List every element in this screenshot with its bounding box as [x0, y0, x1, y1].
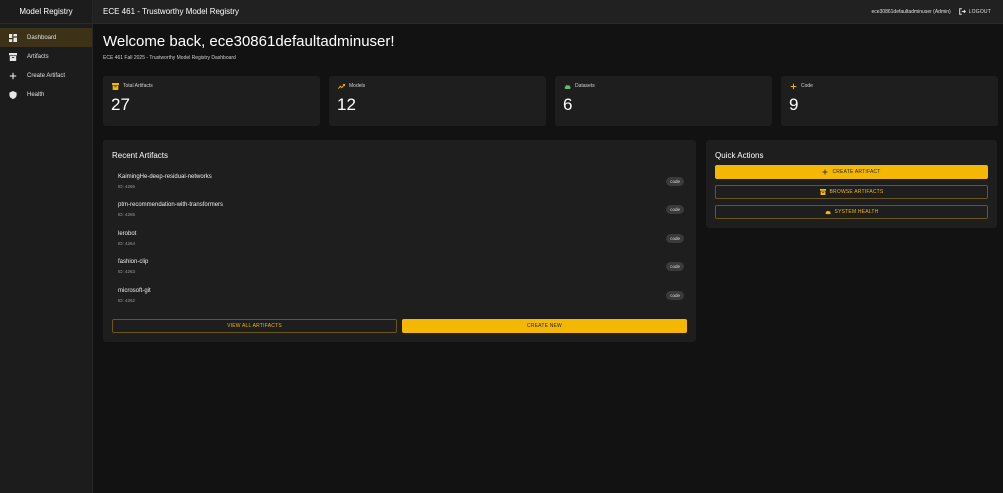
recent-artifacts-card: Recent Artifacts KaimingHe-deep-residual…	[103, 140, 696, 342]
user-area: ece30861defaultadminuser (Admin) LOGOUT	[871, 8, 991, 15]
create-artifact-label: CREATE ARTIFACT	[832, 169, 881, 175]
sidebar: Model Registry Dashboard Artifacts Creat…	[0, 0, 93, 493]
archive-icon	[8, 52, 18, 62]
sidebar-item-label: Artifacts	[27, 53, 49, 60]
artifact-name: microsoft-git	[118, 288, 151, 294]
stat-label: Code	[801, 83, 813, 89]
list-item[interactable]: KaimingHe-deep-residual-networks ID: 426…	[118, 174, 684, 194]
artifact-id: ID: 4262	[118, 298, 136, 303]
archive-icon	[819, 189, 826, 195]
list-item[interactable]: fashion-clip ID: 4263 code	[118, 259, 684, 279]
sidebar-title: Model Registry	[0, 0, 92, 24]
artifact-id: ID: 4264	[118, 241, 136, 246]
app-title: ECE 461 - Trustworthy Model Registry	[103, 7, 240, 16]
sidebar-item-dashboard[interactable]: Dashboard	[0, 28, 92, 47]
sidebar-item-health[interactable]: Health	[0, 85, 92, 104]
artifact-name: lerobot	[118, 231, 137, 237]
plus-icon	[789, 82, 797, 90]
artifact-name: fashion-clip	[118, 259, 149, 265]
trending-up-icon	[337, 82, 345, 90]
list-item[interactable]: lerobot ID: 4264 code	[118, 231, 684, 251]
list-item[interactable]: microsoft-git ID: 4262 code	[118, 288, 684, 308]
sidebar-item-artifacts[interactable]: Artifacts	[0, 47, 92, 66]
cloud-icon	[825, 209, 831, 215]
type-chip: code	[666, 262, 684, 271]
stat-label: Datasets	[575, 83, 595, 89]
stat-value: 12	[337, 95, 356, 114]
plus-icon	[822, 169, 828, 175]
dashboard-icon	[8, 33, 18, 43]
create-artifact-button[interactable]: CREATE ARTIFACT	[715, 165, 988, 179]
browse-artifacts-button[interactable]: BROWSE ARTIFACTS	[715, 185, 988, 199]
type-chip: code	[666, 205, 684, 214]
sidebar-nav: Dashboard Artifacts Create Artifact Heal…	[0, 24, 92, 104]
recent-artifacts-title: Recent Artifacts	[112, 151, 169, 160]
sidebar-item-label: Create Artifact	[27, 72, 66, 79]
logout-label: LOGOUT	[968, 8, 991, 15]
type-chip: code	[666, 177, 684, 186]
archive-icon	[111, 82, 119, 90]
artifact-id: ID: 4263	[118, 269, 136, 274]
quick-actions-card: Quick Actions CREATE ARTIFACT BROWSE ART…	[706, 140, 997, 228]
create-new-button[interactable]: CREATE NEW	[402, 319, 687, 333]
logout-button[interactable]: LOGOUT	[958, 8, 991, 15]
type-chip: code	[666, 234, 684, 243]
stat-value: 27	[111, 95, 130, 114]
view-all-artifacts-button[interactable]: VIEW ALL ARTIFACTS	[112, 319, 397, 333]
logout-icon	[958, 8, 966, 15]
sidebar-item-label: Dashboard	[27, 34, 57, 41]
stat-card-code: Code 9	[781, 76, 998, 126]
sidebar-item-label: Health	[27, 91, 45, 98]
list-item[interactable]: ptm-recommendation-with-transformers ID:…	[118, 202, 684, 222]
stat-card-total-artifacts: Total Artifacts 27	[103, 76, 320, 126]
artifact-name: KaimingHe-deep-residual-networks	[118, 174, 212, 180]
stat-label: Total Artifacts	[123, 83, 153, 89]
cloud-icon	[563, 82, 571, 90]
stat-card-models: Models 12	[329, 76, 546, 126]
artifact-name: ptm-recommendation-with-transformers	[118, 202, 224, 208]
system-health-label: SYSTEM HEALTH	[834, 209, 879, 215]
browse-artifacts-label: BROWSE ARTIFACTS	[829, 189, 884, 195]
artifact-id: ID: 4265	[118, 212, 136, 217]
sidebar-item-create-artifact[interactable]: Create Artifact	[0, 66, 92, 85]
stat-card-datasets: Datasets 6	[555, 76, 772, 126]
type-chip: code	[666, 291, 684, 300]
quick-actions-title: Quick Actions	[715, 151, 764, 160]
page-subtitle: ECE 461 Fall 2025 - Trustworthy Model Re…	[103, 55, 236, 61]
stat-label: Models	[349, 83, 366, 89]
stat-value: 6	[563, 95, 573, 114]
stat-value: 9	[789, 95, 799, 114]
system-health-button[interactable]: SYSTEM HEALTH	[715, 205, 988, 219]
plus-icon	[8, 71, 18, 81]
shield-icon	[8, 90, 18, 100]
app-bar: ECE 461 - Trustworthy Model Registry ece…	[93, 0, 1003, 24]
page-title: Welcome back, ece30861defaultadminuser!	[103, 33, 395, 50]
artifact-id: ID: 4266	[118, 184, 136, 189]
user-label: ece30861defaultadminuser (Admin)	[871, 8, 951, 15]
